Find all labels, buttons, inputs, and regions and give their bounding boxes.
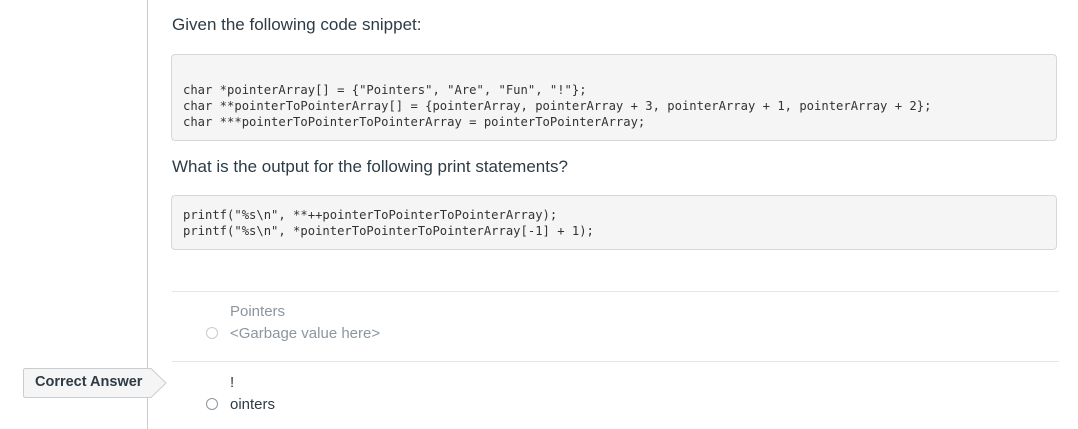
code-line: char **pointerToPointerArray[] = {pointe… [183,99,932,113]
quiz-question-page: Given the following code snippet: char *… [0,0,1078,429]
answer-text-line: Pointers [230,303,286,320]
answer-text-line: ointers [230,396,276,413]
question-prompt: Given the following code snippet: [172,15,422,34]
answer-text-line: <Garbage value here> [230,325,381,342]
code-snippet-block: char *pointerArray[] = {"Pointers", "Are… [171,54,1057,141]
print-line: printf("%s\n", **++pointerToPointerToPoi… [183,208,558,222]
answer-divider [172,291,1059,292]
answer-radio[interactable] [206,398,218,410]
answer-radio[interactable] [206,327,218,339]
code-line: char ***pointerToPointerToPointerArray =… [183,115,646,129]
print-statements-block: printf("%s\n", **++pointerToPointerToPoi… [171,195,1057,250]
correct-answer-label: Correct Answer [35,374,143,390]
left-border-line [147,0,148,429]
code-line: char *pointerArray[] = {"Pointers", "Are… [183,83,587,97]
print-line: printf("%s\n", *pointerToPointerToPointe… [183,224,594,238]
correct-answer-flag: Correct Answer [23,368,167,398]
question-followup: What is the output for the following pri… [172,157,568,176]
answer-text-line: ! [230,374,235,391]
answer-divider [172,361,1059,362]
